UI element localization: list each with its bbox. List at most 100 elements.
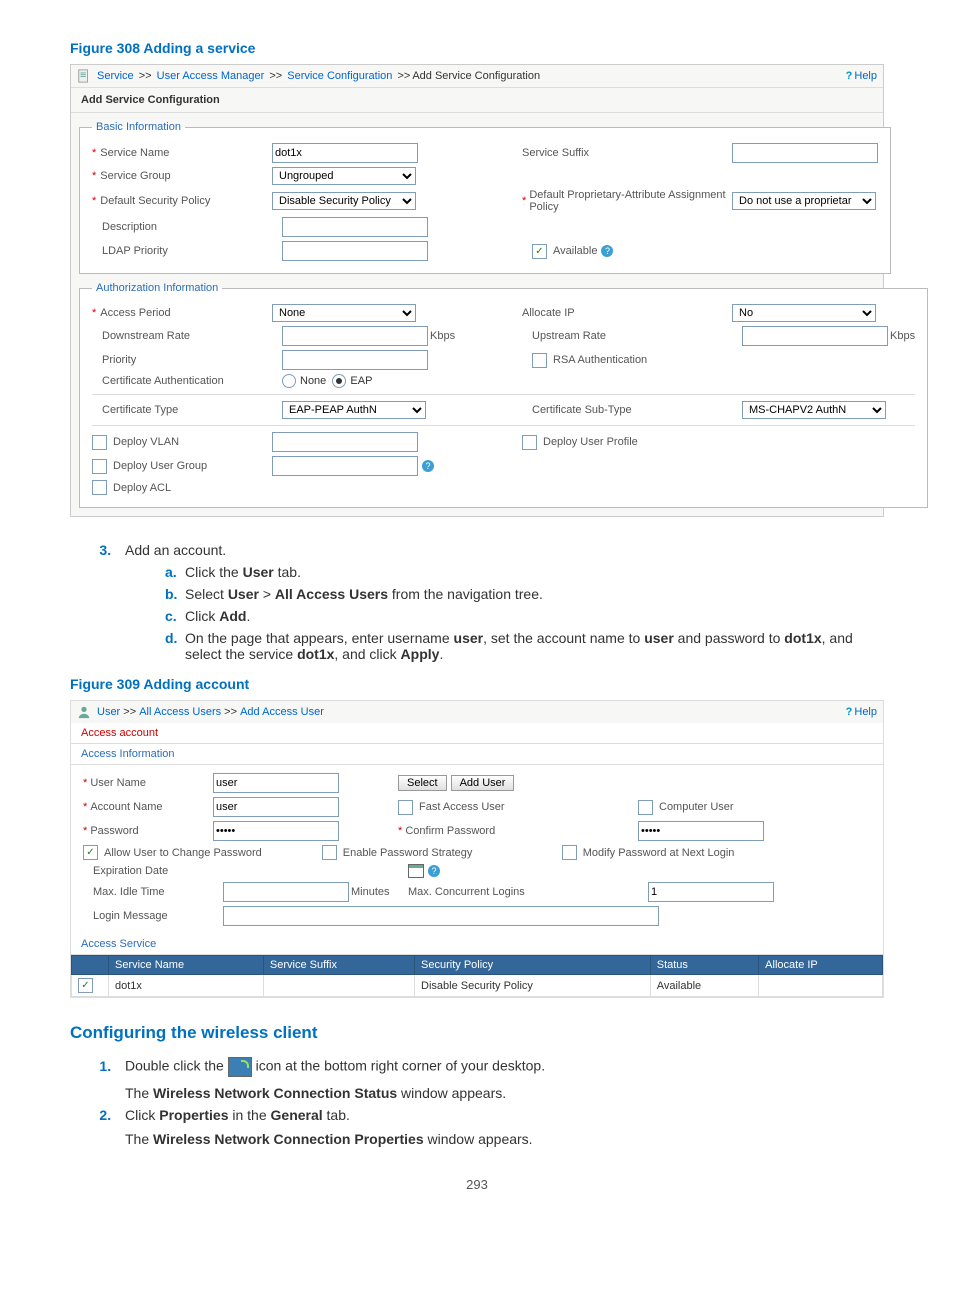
wireless-step-1-result: The Wireless Network Connection Status w… bbox=[125, 1085, 884, 1101]
access-service-table: Service Name Service Suffix Security Pol… bbox=[71, 955, 883, 997]
wireless-tray-icon bbox=[228, 1057, 252, 1077]
deploy-acl-checkbox[interactable] bbox=[92, 480, 107, 495]
service-group-label: *Service Group bbox=[92, 170, 272, 182]
calendar-icon[interactable] bbox=[408, 864, 424, 878]
available-checkbox[interactable] bbox=[532, 244, 547, 259]
kbps-unit: Kbps bbox=[890, 330, 915, 342]
cert-auth-none-radio[interactable] bbox=[282, 374, 296, 388]
step-3: Add an account. a.Click the User tab. b.… bbox=[115, 542, 884, 662]
add-user-button[interactable]: Add User bbox=[451, 775, 515, 791]
substep-list: a.Click the User tab. b.Select User > Al… bbox=[125, 564, 884, 662]
deploy-vlan-checkbox[interactable] bbox=[92, 435, 107, 450]
ldap-priority-label: LDAP Priority bbox=[92, 245, 282, 257]
allow-change-pw-checkbox[interactable] bbox=[83, 845, 98, 860]
page-icon bbox=[77, 69, 91, 83]
help-link[interactable]: ?Help bbox=[846, 706, 877, 718]
ldap-priority-input[interactable] bbox=[282, 241, 428, 261]
available-label: Available bbox=[553, 245, 597, 257]
rsa-auth-label: RSA Authentication bbox=[553, 354, 647, 366]
help-icon[interactable]: ? bbox=[601, 245, 613, 257]
access-info-body: * User Name Select Add User * Account Na… bbox=[71, 765, 883, 934]
max-concurrent-input[interactable] bbox=[648, 882, 774, 902]
th-checkbox bbox=[72, 956, 109, 975]
th-security-policy: Security Policy bbox=[415, 956, 651, 975]
login-message-label: Login Message bbox=[83, 910, 223, 922]
help-link[interactable]: ?Help bbox=[846, 70, 877, 82]
pane-title: Add Service Configuration bbox=[71, 88, 883, 113]
password-input[interactable] bbox=[213, 821, 339, 841]
default-proprietary-select[interactable]: Do not use a proprietar bbox=[732, 192, 876, 210]
description-input[interactable] bbox=[282, 217, 428, 237]
deploy-user-group-checkbox[interactable] bbox=[92, 459, 107, 474]
bc-service-configuration[interactable]: Service Configuration bbox=[287, 70, 392, 82]
upstream-rate-input[interactable] bbox=[742, 326, 888, 346]
help-icon[interactable]: ? bbox=[422, 460, 434, 472]
confirm-password-input[interactable] bbox=[638, 821, 764, 841]
priority-input[interactable] bbox=[282, 350, 428, 370]
user-name-input[interactable] bbox=[213, 773, 339, 793]
help-icon[interactable]: ? bbox=[428, 865, 440, 877]
cert-type-select[interactable]: EAP-PEAP AuthN bbox=[282, 401, 426, 419]
cert-auth-label: Certificate Authentication bbox=[92, 375, 282, 387]
rsa-auth-checkbox[interactable] bbox=[532, 353, 547, 368]
downstream-rate-input[interactable] bbox=[282, 326, 428, 346]
th-service-name: Service Name bbox=[109, 956, 264, 975]
service-group-select[interactable]: Ungrouped bbox=[272, 167, 416, 185]
step-3a: a.Click the User tab. bbox=[165, 564, 884, 580]
deploy-user-group-input[interactable] bbox=[272, 456, 418, 476]
access-information-legend: Access Information bbox=[71, 744, 883, 765]
computer-user-checkbox[interactable] bbox=[638, 800, 653, 815]
service-suffix-label: Service Suffix bbox=[522, 147, 732, 159]
deploy-user-profile-wrap: Deploy User Profile bbox=[522, 435, 732, 450]
access-period-select[interactable]: None bbox=[272, 304, 416, 322]
th-allocate-ip: Allocate IP bbox=[759, 956, 883, 975]
deploy-vlan-label: Deploy VLAN bbox=[113, 436, 179, 448]
bc-service[interactable]: Service bbox=[97, 70, 134, 82]
deploy-user-group-wrap: Deploy User Group bbox=[92, 459, 272, 474]
allocate-ip-select[interactable]: No bbox=[732, 304, 876, 322]
cert-subtype-label: Certificate Sub-Type bbox=[532, 404, 742, 416]
account-name-input[interactable] bbox=[213, 797, 339, 817]
step-3b: b.Select User > All Access Users from th… bbox=[165, 586, 884, 602]
basic-information-legend: Basic Information bbox=[92, 121, 185, 133]
login-message-input[interactable] bbox=[223, 906, 659, 926]
minutes-unit: Minutes bbox=[351, 886, 390, 898]
bc-user[interactable]: User bbox=[97, 706, 120, 718]
deploy-vlan-input[interactable] bbox=[272, 432, 418, 452]
allow-change-pw-label: Allow User to Change Password bbox=[104, 847, 262, 859]
max-idle-input[interactable] bbox=[223, 882, 349, 902]
select-button[interactable]: Select bbox=[398, 775, 447, 791]
cert-auth-eap-radio[interactable] bbox=[332, 374, 346, 388]
account-name-label: * Account Name bbox=[83, 801, 213, 813]
fast-access-user-label: Fast Access User bbox=[419, 801, 505, 813]
service-suffix-input[interactable] bbox=[732, 143, 878, 163]
bc-user-access-manager[interactable]: User Access Manager bbox=[157, 70, 265, 82]
cert-subtype-select[interactable]: MS-CHAPV2 AuthN bbox=[742, 401, 886, 419]
figure-308-title: Figure 308 Adding a service bbox=[70, 40, 884, 56]
row-checkbox[interactable] bbox=[78, 978, 93, 993]
enable-pw-strategy-label: Enable Password Strategy bbox=[343, 847, 473, 859]
cell-allocate-ip bbox=[759, 975, 883, 997]
user-icon bbox=[77, 705, 91, 719]
user-name-label: * User Name bbox=[83, 777, 213, 789]
modify-pw-next-checkbox[interactable] bbox=[562, 845, 577, 860]
deploy-user-profile-checkbox[interactable] bbox=[522, 435, 537, 450]
max-concurrent-label: Max. Concurrent Logins bbox=[408, 886, 648, 898]
default-security-policy-select[interactable]: Disable Security Policy bbox=[272, 192, 416, 210]
fast-access-user-checkbox[interactable] bbox=[398, 800, 413, 815]
priority-label: Priority bbox=[92, 354, 282, 366]
access-service-legend: Access Service bbox=[71, 934, 883, 955]
th-service-suffix: Service Suffix bbox=[263, 956, 414, 975]
bc-all-access-users[interactable]: All Access Users bbox=[139, 706, 221, 718]
cell-status: Available bbox=[650, 975, 758, 997]
cert-auth-eap-label: EAP bbox=[350, 375, 372, 387]
figure-308: Service >> User Access Manager >> Servic… bbox=[70, 64, 884, 517]
enable-pw-strategy-checkbox[interactable] bbox=[322, 845, 337, 860]
bc-sep: >> bbox=[221, 706, 240, 718]
cert-type-label: Certificate Type bbox=[92, 404, 282, 416]
bc-sep: >> bbox=[394, 70, 410, 82]
page-number: 293 bbox=[70, 1177, 884, 1192]
service-name-input[interactable] bbox=[272, 143, 418, 163]
breadcrumb: Service >> User Access Manager >> Servic… bbox=[71, 65, 883, 88]
available-checkbox-wrap: Available ? bbox=[532, 244, 742, 259]
